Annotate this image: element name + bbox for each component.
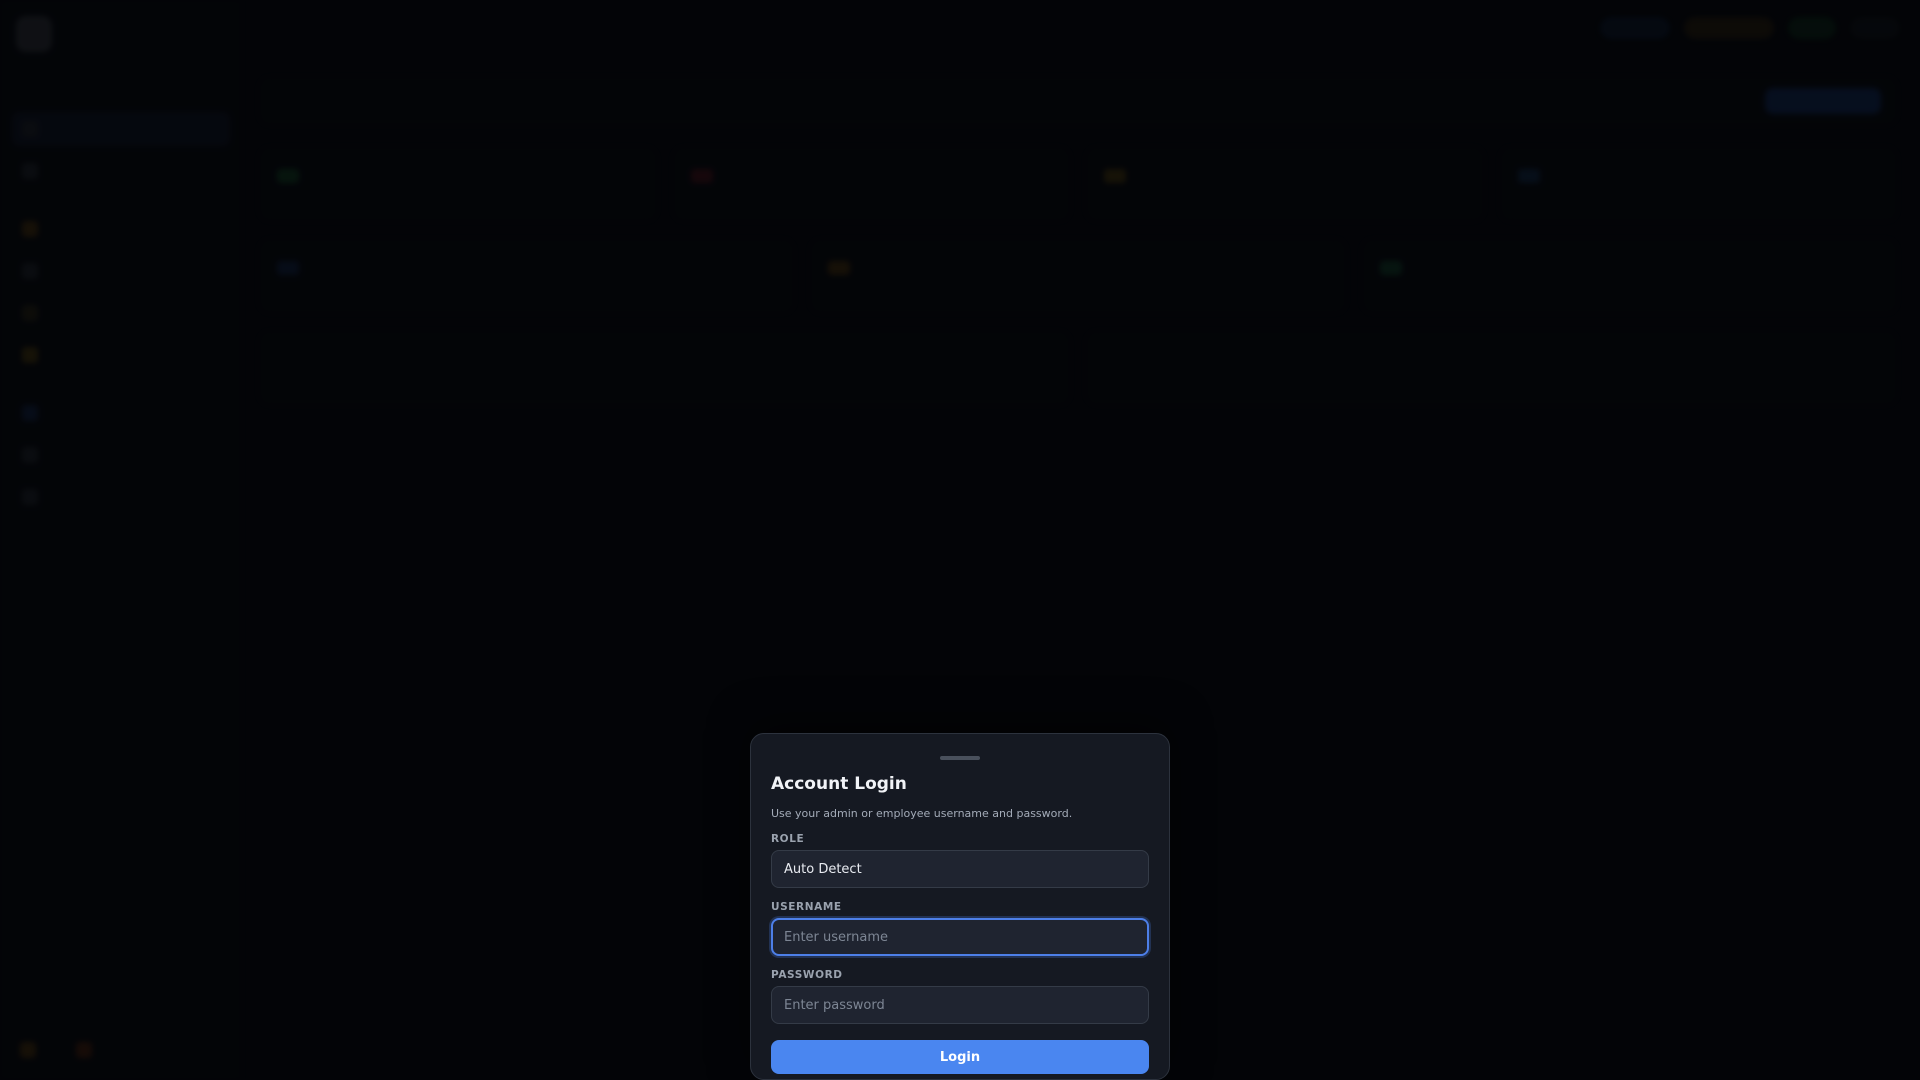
drag-handle[interactable] [940, 756, 980, 760]
modal-subtitle: Use your admin or employee username and … [771, 807, 1073, 820]
role-label: ROLE [771, 833, 805, 845]
login-button[interactable]: Login [771, 1040, 1149, 1074]
password-label: PASSWORD [771, 969, 843, 981]
username-label: USERNAME [771, 901, 842, 913]
role-select[interactable]: Auto Detect [771, 850, 1149, 888]
login-modal: Account Login Use your admin or employee… [750, 733, 1170, 1080]
username-input[interactable] [771, 918, 1149, 956]
password-input[interactable] [771, 986, 1149, 1024]
modal-title: Account Login [771, 774, 907, 794]
role-select-value: Auto Detect [784, 861, 862, 877]
